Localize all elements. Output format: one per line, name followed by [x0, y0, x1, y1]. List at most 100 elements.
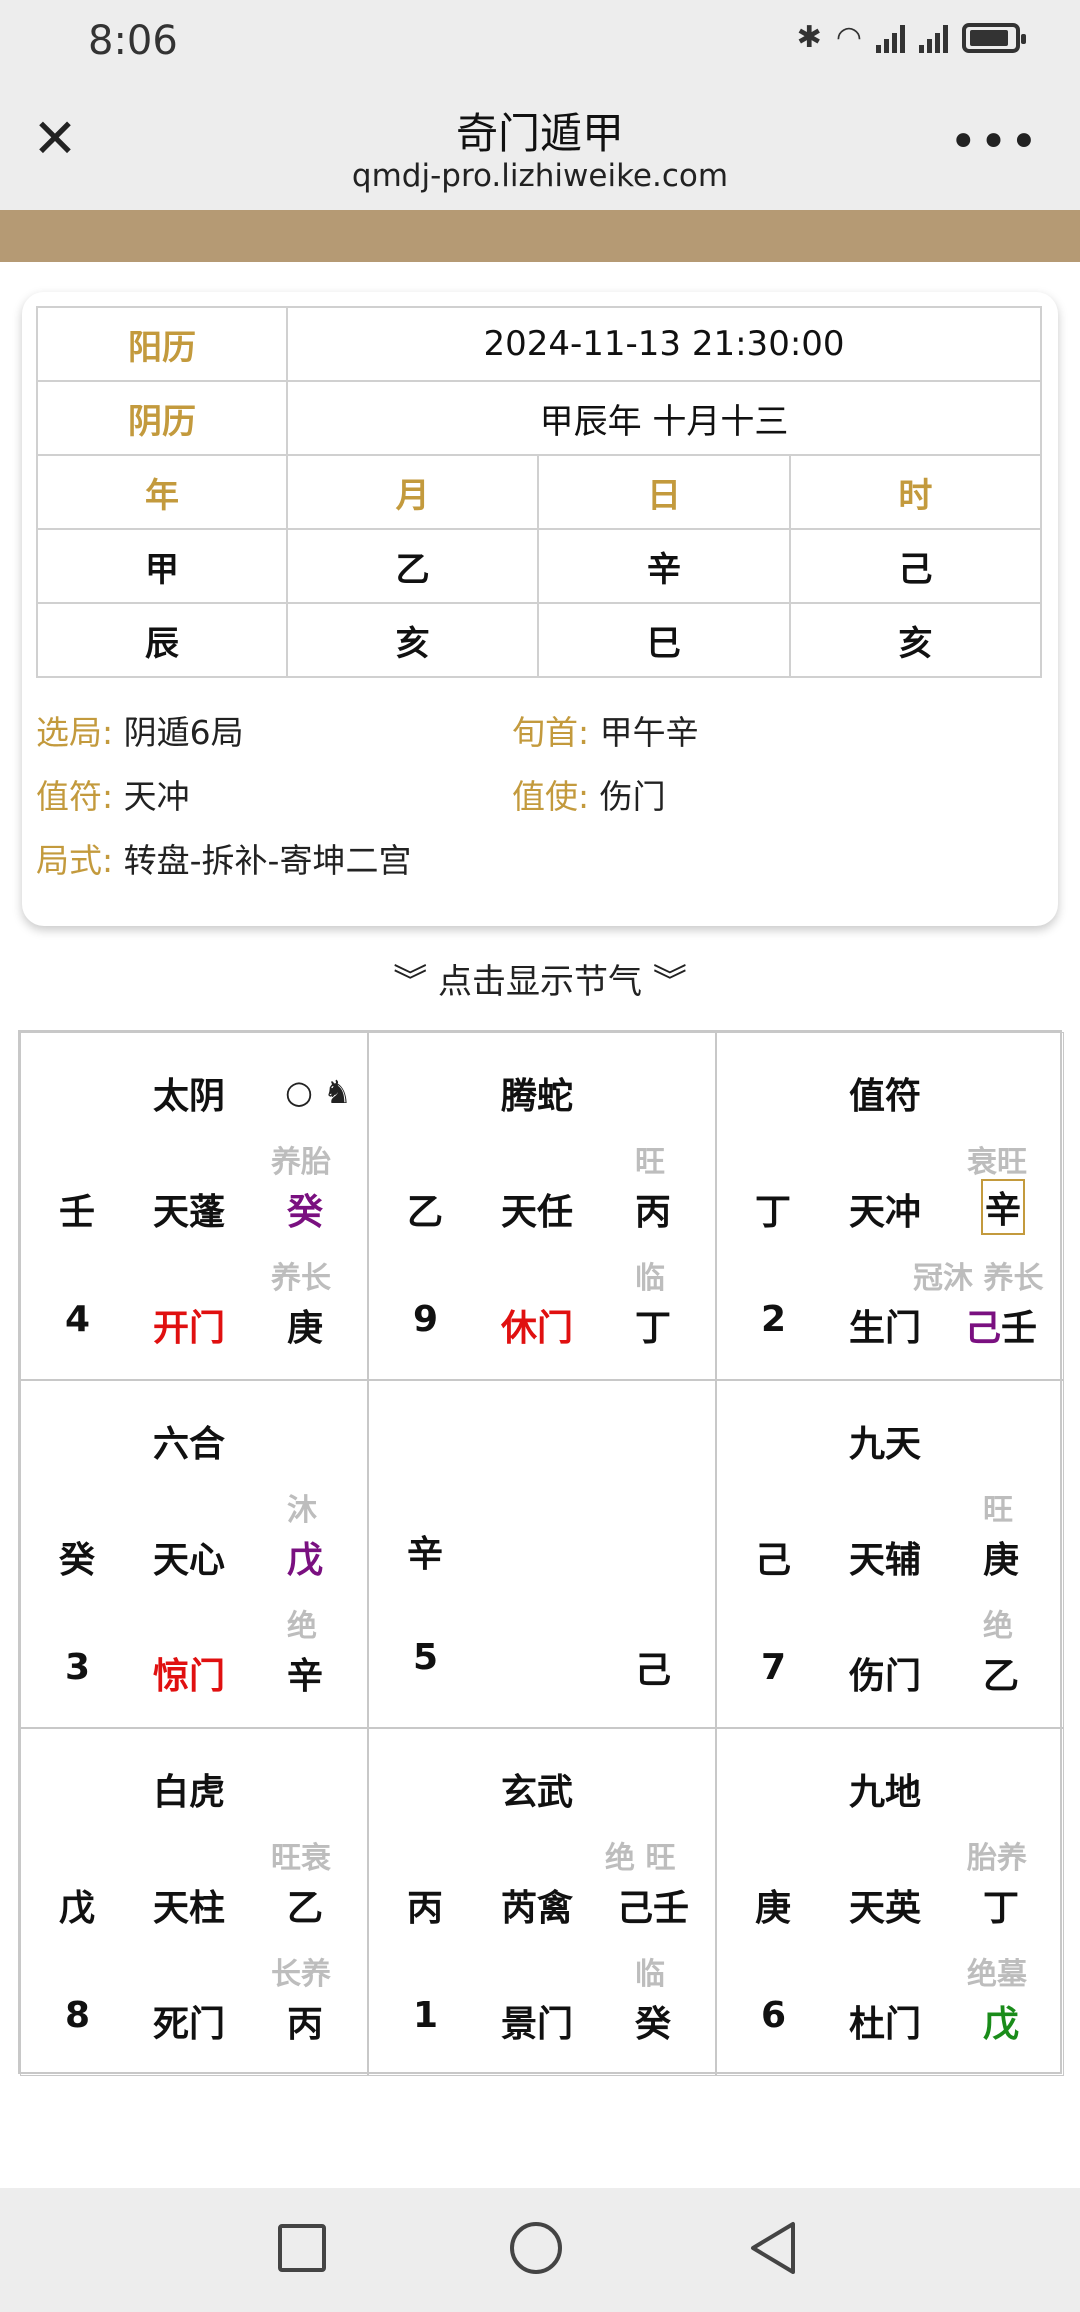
star: 天冲 [849, 1192, 922, 1233]
signal-icon [876, 23, 905, 53]
left-stem: 乙 [407, 1192, 444, 1233]
more-icon[interactable]: ••• [949, 114, 1040, 170]
bottom-stem: 癸 [635, 2004, 672, 2045]
star: 天辅 [849, 1540, 922, 1581]
header-month: 月 [285, 454, 540, 530]
god: 六合 [153, 1424, 226, 1465]
status-bar: 8:06 ✱ ◠ [0, 0, 1080, 84]
bottom-stem: 乙 [983, 1656, 1020, 1697]
left-stem: 癸 [59, 1540, 96, 1581]
right-stem: 丙 [635, 1192, 672, 1233]
god: 九天 [849, 1424, 922, 1465]
god: 九地 [849, 1772, 922, 1813]
xunshou-label: 旬首: [512, 713, 590, 752]
jushi-value: 转盘-拆补-寄坤二宫 [123, 841, 412, 880]
star: 芮禽 [501, 1888, 574, 1929]
page-url: qmdj-pro.lizhiweike.com [351, 158, 729, 194]
nav-bar: ✕ 奇门遁甲 qmdj-pro.lizhiweike.com ••• [0, 84, 1080, 210]
bottom-stems: 己壬 [965, 1299, 1037, 1351]
right-stem: 戊 [287, 1540, 324, 1581]
solar-label: 阳历 [36, 306, 288, 382]
door: 伤门 [849, 1656, 922, 1697]
palace-cell[interactable]: 玄武 绝 旺 丙 芮禽 己壬 临 1 景门 癸 [368, 1728, 716, 2076]
left-stem: 丁 [755, 1192, 792, 1233]
god: 玄武 [501, 1772, 574, 1813]
bottom-stem: 辛 [287, 1656, 324, 1697]
palace-cell[interactable]: 白虎 旺衰 戊 天柱 乙 长养 8 死门 丙 [20, 1728, 368, 2076]
toggle-label: 点击显示节气 [438, 962, 642, 1002]
zhifu-label: 值符: [36, 777, 114, 816]
bottom-state: 临 [635, 1261, 665, 1296]
left-stem: 丙 [407, 1888, 444, 1929]
back-icon[interactable] [745, 2218, 805, 2278]
god: 值符 [849, 1076, 922, 1117]
star: 天柱 [153, 1888, 226, 1929]
palace-cell[interactable]: 腾蛇 旺 乙 天任 丙 临 9 休门 丁 [368, 1032, 716, 1380]
branch-month: 亥 [285, 602, 540, 678]
page-title: 奇门遁甲 [455, 109, 624, 158]
xuanju-row: 选局: 阴遁6局 [36, 706, 244, 754]
header-day: 日 [537, 454, 791, 530]
circle-knight-icon: ○ ♞ [285, 1073, 352, 1111]
zhifu-value: 天冲 [123, 777, 190, 816]
status-time: 8:06 [88, 18, 178, 64]
top-state: 绝 旺 [605, 1841, 676, 1876]
door: 死门 [153, 2004, 226, 2045]
palace-cell[interactable]: 九天 旺 己 天辅 庚 绝 7 伤门 乙 [716, 1380, 1064, 1728]
palace-cell-center[interactable]: 辛 5 己 [368, 1380, 716, 1728]
door: 杜门 [849, 2004, 922, 2045]
stem-hour: 己 [788, 528, 1043, 604]
palace-number: 5 [413, 1637, 439, 1678]
bottom-stem: 戊 [983, 2004, 1020, 2045]
god: 腾蛇 [501, 1076, 574, 1117]
star: 天心 [153, 1540, 226, 1581]
top-state: 旺 [635, 1145, 665, 1180]
top-state: 旺衰 [271, 1841, 331, 1876]
left-stem: 己 [755, 1540, 792, 1581]
palace-cell[interactable]: 值符 衰旺 丁 天冲 辛 冠沐 养长 2 生门 己壬 [716, 1032, 1064, 1380]
bottom-stem-b: 壬 [1001, 1308, 1038, 1349]
bottom-state: 绝墓 [967, 1957, 1027, 1992]
bottom-state: 绝 [983, 1609, 1013, 1644]
xuanju-label: 选局: [36, 713, 114, 752]
palace-number: 6 [761, 1995, 787, 2036]
jushi-label: 局式: [36, 841, 114, 880]
star: 天任 [501, 1192, 574, 1233]
palace-cell[interactable]: 九地 胎养 庚 天英 丁 绝墓 6 杜门 戊 [716, 1728, 1064, 2076]
bottom-state: 冠沐 养长 [913, 1261, 1044, 1296]
palace-number: 7 [761, 1647, 787, 1688]
recent-apps-icon[interactable] [278, 2224, 326, 2272]
left-stem: 庚 [755, 1888, 792, 1929]
status-icons: ✱ ◠ [797, 20, 1026, 55]
bottom-stem-a: 己 [965, 1308, 1002, 1349]
palace-cell[interactable]: 六合 沐 癸 天心 戊 绝 3 惊门 辛 [20, 1380, 368, 1728]
zhishi-label: 值使: [512, 777, 590, 816]
zhishi-value: 伤门 [599, 777, 666, 816]
palace-cell[interactable]: 太阴 ○ ♞ 养胎 壬 天蓬 癸 养长 4 开门 庚 [20, 1032, 368, 1380]
palace-number: 4 [65, 1299, 91, 1340]
header-year: 年 [36, 454, 288, 530]
branch-year: 辰 [36, 602, 288, 678]
branch-hour: 亥 [788, 602, 1043, 678]
bottom-state: 长养 [271, 1957, 331, 1992]
bottom-state: 养长 [271, 1261, 331, 1296]
header-band [0, 210, 1080, 262]
door: 生门 [849, 1308, 922, 1349]
top-state: 旺 [983, 1493, 1013, 1528]
date-table: 阳历 2024-11-13 21:30:00 阴历 甲辰年 十月十三 年 月 日… [36, 306, 1043, 678]
bottom-state: 绝 [287, 1609, 317, 1644]
star: 天蓬 [153, 1192, 226, 1233]
solar-term-toggle[interactable]: ︾ 点击显示节气 ︾ [0, 954, 1080, 1003]
bottom-stem: 丙 [287, 2004, 324, 2045]
zhifu-row: 值符: 天冲 [36, 770, 190, 818]
home-icon[interactable] [510, 2222, 562, 2274]
door: 景门 [501, 2004, 574, 2045]
info-card: 阳历 2024-11-13 21:30:00 阴历 甲辰年 十月十三 年 月 日… [22, 292, 1058, 926]
xunshou-value: 甲午辛 [599, 713, 699, 752]
left-stem: 戊 [59, 1888, 96, 1929]
right-stem: 丁 [983, 1888, 1020, 1929]
stem-year: 甲 [36, 528, 288, 604]
header-hour: 时 [788, 454, 1043, 530]
door: 惊门 [153, 1656, 226, 1697]
god: 白虎 [153, 1772, 226, 1813]
